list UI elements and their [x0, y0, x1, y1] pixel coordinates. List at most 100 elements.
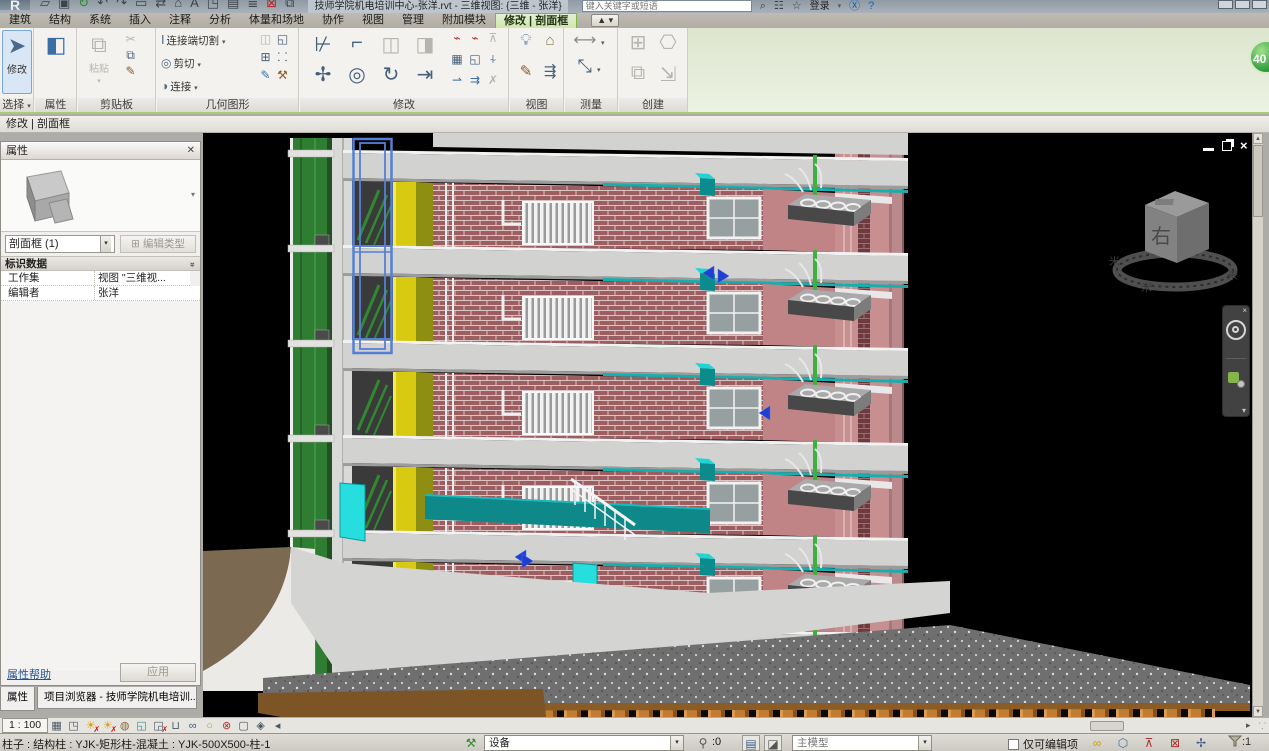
open-icon[interactable]: ▱ — [40, 0, 50, 12]
unjoin-icon[interactable]: ⊞ — [257, 49, 274, 65]
cut-button[interactable]: ◎剪切 ▾ — [161, 53, 225, 76]
tab-modify-section-box[interactable]: 修改 | 剖面框 — [495, 13, 577, 28]
properties-help-link[interactable]: 属性帮助 — [7, 666, 51, 682]
paint-icon[interactable]: ✎ — [257, 67, 274, 83]
vertical-scroll-thumb[interactable] — [1253, 145, 1263, 217]
shadows-icon[interactable]: ☀✗ — [99, 719, 116, 733]
measure-ruler-icon[interactable]: ⟷ ▾ — [574, 30, 605, 50]
communication-center-icon[interactable]: ☷ — [774, 0, 784, 13]
offset-icon[interactable]: ⌐ — [351, 32, 363, 62]
help-icon[interactable]: ? — [868, 0, 874, 13]
collapse-arrow-icon[interactable]: ◂ — [269, 719, 286, 733]
tab-manage[interactable]: 管理 — [393, 13, 433, 28]
worksharing-display-icon[interactable]: ⊗ — [218, 719, 235, 733]
align-icon[interactable]: ⊬ — [314, 32, 331, 62]
trim-extend-icon[interactable]: ⇥ — [417, 62, 434, 92]
undo-icon[interactable]: ↶ — [97, 0, 108, 12]
rotate-icon[interactable]: ↻ — [383, 62, 400, 92]
tab-properties-palette[interactable]: 属性 — [0, 687, 35, 711]
tab-massing-site[interactable]: 体量和场地 — [240, 13, 313, 28]
unpin-icon[interactable]: ⊼ — [485, 30, 502, 46]
navbar-expand-icon[interactable]: ▾ — [1242, 406, 1246, 415]
workset-value[interactable]: 视图 "三维视... — [95, 271, 190, 285]
section-icon[interactable]: ▤ — [227, 0, 239, 12]
paste-button[interactable]: ⧉ 粘贴▾ — [84, 30, 114, 94]
search-input[interactable] — [582, 0, 752, 12]
select-by-face-icon[interactable]: ⊠ — [1166, 735, 1184, 751]
tab-analyze[interactable]: 分析 — [200, 13, 240, 28]
delete-icon[interactable]: ✗ — [485, 72, 502, 88]
split-face-icon[interactable]: ⸬ — [274, 49, 291, 65]
linework-brush-icon[interactable]: ✎ — [520, 62, 533, 92]
copy-to-clipboard-icon[interactable]: ⧉ — [122, 47, 139, 63]
cut-joint-ends-button[interactable]: Ⅰ连接端切割 ▾ — [161, 30, 225, 53]
wall-joins-icon[interactable]: ◫ — [257, 31, 274, 47]
thin-lines-icon[interactable]: ≣ — [247, 0, 258, 12]
navbar-close-icon[interactable]: × — [1242, 306, 1247, 315]
tab-project-browser[interactable]: 项目浏览器 - 技师学院机电培训... — [37, 687, 197, 709]
tab-collaborate[interactable]: 协作 — [313, 13, 353, 28]
sync-icon[interactable]: ↻ — [78, 0, 89, 12]
exchange-apps-icon[interactable]: Ⓧ — [849, 0, 860, 13]
thin-lines-toggle-icon[interactable]: ⇶ — [544, 62, 557, 92]
crop-view-icon[interactable]: ◱ — [133, 719, 150, 733]
tab-architecture[interactable]: 建筑 — [0, 13, 40, 28]
worksets-icon[interactable]: ⚒ — [462, 735, 480, 751]
apply-button[interactable]: 应用 — [120, 663, 196, 682]
switch-windows-icon[interactable]: ⧉ — [285, 0, 294, 12]
steering-wheel-icon[interactable] — [1226, 320, 1246, 340]
split-element-icon[interactable]: ⌁ — [449, 30, 466, 46]
tab-view[interactable]: 视图 — [353, 13, 393, 28]
lock-3d-view-icon[interactable]: ⊔ — [167, 719, 184, 733]
filter-control[interactable]: :1 — [1228, 735, 1251, 748]
join-button[interactable]: ◑连接 ▾ — [161, 76, 225, 99]
sign-in-caret-icon[interactable]: ▾ — [838, 0, 842, 13]
drawing-area[interactable]: 米 米 米 右 × × — [203, 133, 1263, 717]
measure-icon[interactable]: ▭ — [135, 0, 147, 12]
close-window-icon[interactable] — [1252, 0, 1267, 9]
properties-button[interactable]: ◧ — [41, 30, 71, 94]
create-group-icon[interactable]: ⊞ — [630, 30, 647, 62]
reveal-hidden-icon[interactable]: ○ — [201, 719, 218, 733]
cut-to-clipboard-icon[interactable]: ✂ — [122, 31, 139, 47]
scroll-down-icon[interactable]: ▼ — [1253, 706, 1263, 717]
editing-requests-icon[interactable]: ⚲ — [694, 735, 712, 751]
drag-on-selection-icon[interactable]: ✢ — [1192, 735, 1210, 751]
render-icon[interactable]: ⌂ — [545, 32, 554, 62]
view-minimize-icon[interactable] — [1203, 141, 1214, 151]
favorites-icon[interactable]: ☆ — [792, 0, 802, 13]
temporary-view-properties-icon[interactable]: ▢ — [235, 719, 252, 733]
minimize-window-icon[interactable] — [1218, 0, 1233, 9]
viewcube[interactable]: 米 米 米 右 — [1109, 191, 1238, 294]
pin-icon[interactable]: ⍭ — [485, 51, 502, 67]
palette-close-icon[interactable]: ✕ — [187, 142, 195, 160]
collapse-group-icon[interactable]: » — [185, 262, 200, 267]
array-icon[interactable]: ▦ — [449, 51, 466, 67]
design-options-dropdown[interactable]: 主模型▾ — [792, 735, 932, 751]
create-assembly-icon[interactable]: ⧉ — [631, 62, 645, 94]
edit-type-button[interactable]: ⊞ 编辑类型 — [120, 235, 196, 253]
save-icon[interactable]: ▣ — [58, 0, 70, 12]
tab-systems[interactable]: 系统 — [80, 13, 120, 28]
tab-structure[interactable]: 结构 — [40, 13, 80, 28]
move-icon[interactable]: ✢ — [315, 62, 332, 92]
tag-icon[interactable]: ⌂ — [174, 0, 182, 12]
redo-icon[interactable]: ↷ — [116, 0, 127, 12]
gray-inactive-worksets-icon[interactable]: ◪ — [764, 735, 782, 751]
aligned-dimension-icon[interactable]: ⤡ ▾ — [578, 56, 601, 77]
create-parts-icon[interactable]: ⇲ — [660, 62, 677, 94]
3d-view-icon[interactable]: ◳ — [207, 0, 219, 12]
match-type-icon[interactable]: ✎ — [122, 63, 139, 79]
panel-label-select[interactable]: 选择 ▾ — [0, 98, 33, 112]
ribbon-display-toggle[interactable]: ▲ ▾ — [591, 14, 619, 27]
scroll-right-icon[interactable]: ▸ — [1246, 720, 1251, 731]
tab-annotate[interactable]: 注释 — [160, 13, 200, 28]
trim-multiple-icon[interactable]: ⇉ — [467, 72, 484, 88]
trim-single-icon[interactable]: ⇀ — [449, 72, 466, 88]
temporary-hide-isolate-icon[interactable]: ∞ — [184, 719, 201, 733]
worksharing-dialog-icon[interactable]: ▤ — [742, 735, 760, 751]
split-gap-icon[interactable]: ⌁ — [467, 30, 484, 46]
beam-joins-icon[interactable]: ◱ — [274, 31, 291, 47]
mirror-draw-icon[interactable]: ◨ — [416, 32, 435, 62]
editable-only-checkbox[interactable] — [1008, 739, 1019, 750]
